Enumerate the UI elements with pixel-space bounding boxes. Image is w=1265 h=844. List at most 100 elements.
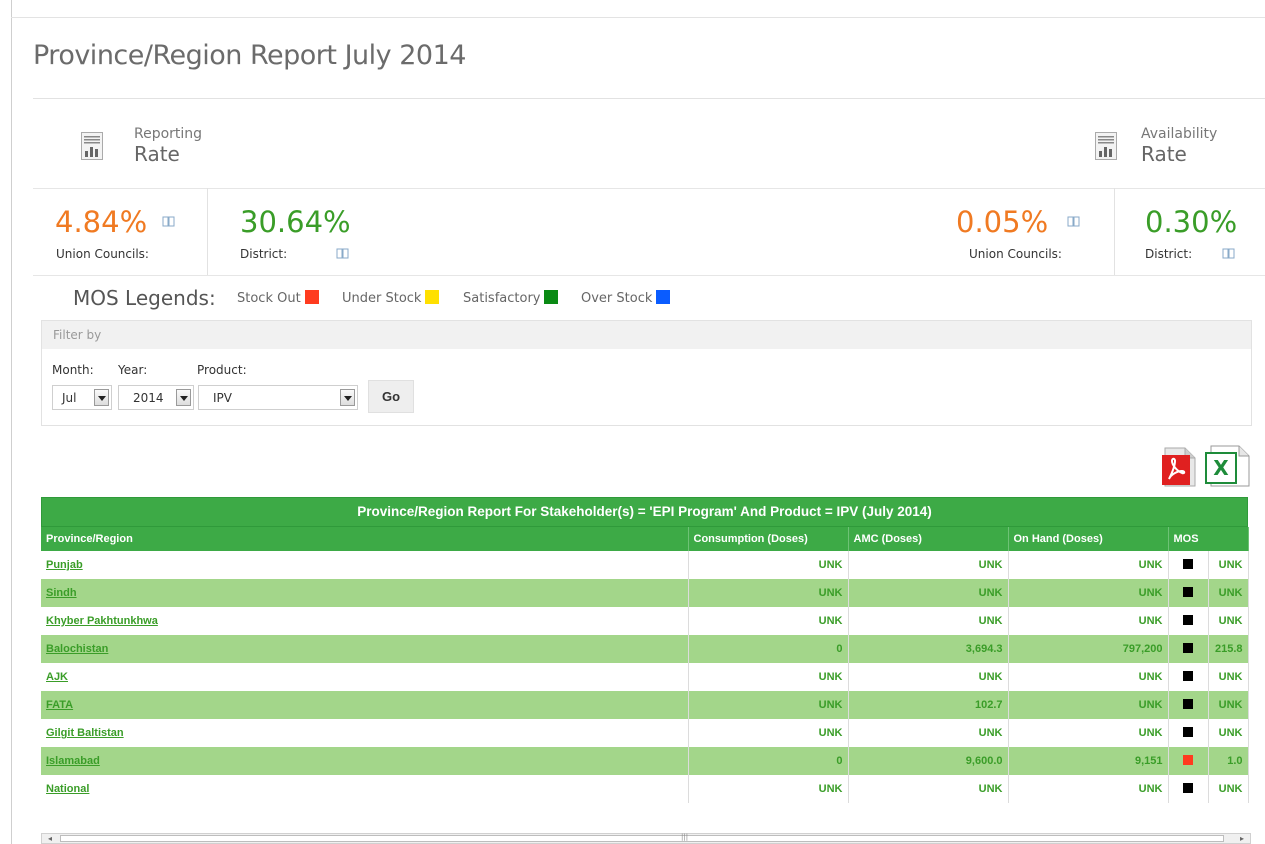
reporting-label-big: Rate — [134, 142, 180, 166]
consumption-cell: UNK — [688, 775, 849, 803]
reporting-chart-icon — [81, 132, 103, 160]
legend-stock-out: Stock Out — [237, 290, 319, 306]
mos-indicator-cell — [1168, 663, 1209, 691]
year-select[interactable]: 2014 — [118, 385, 194, 410]
metrics-divider — [207, 188, 208, 275]
chevron-down-icon[interactable] — [340, 389, 355, 406]
svg-text:X: X — [1213, 456, 1229, 480]
province-link[interactable]: Islamabad — [46, 755, 100, 767]
go-button[interactable]: Go — [368, 380, 414, 413]
table-row: Punjab UNK UNK UNK UNK — [41, 551, 1249, 579]
mos-cell: UNK — [1208, 607, 1249, 635]
table-row: Khyber Pakhtunkhwa UNK UNK UNK UNK — [41, 607, 1249, 635]
mos-cell: UNK — [1208, 719, 1249, 747]
mos-status-square — [1183, 558, 1193, 569]
chevron-down-icon[interactable] — [176, 389, 191, 406]
availability-district-book-icon[interactable] — [1222, 248, 1235, 259]
excel-export-icon[interactable]: X — [1205, 445, 1251, 487]
consumption-cell: UNK — [688, 607, 849, 635]
legend-swatch — [425, 290, 440, 304]
column-header[interactable]: MOS — [1168, 527, 1249, 551]
report-table: Province/Region Consumption (Doses) AMC … — [41, 527, 1249, 803]
mos-indicator-cell — [1168, 775, 1209, 803]
consumption-cell: UNK — [688, 691, 849, 719]
consumption-cell: UNK — [688, 719, 849, 747]
mos-legend-title: MOS Legends: — [73, 286, 216, 310]
amc-cell: UNK — [848, 775, 1009, 803]
month-select-value: Jul — [62, 391, 77, 405]
column-header[interactable]: Consumption (Doses) — [688, 527, 849, 551]
table-header-row: Province/Region Consumption (Doses) AMC … — [41, 527, 1249, 551]
product-select[interactable]: IPV — [198, 385, 358, 410]
amc-cell: 102.7 — [848, 691, 1009, 719]
consumption-cell: UNK — [688, 551, 849, 579]
on-hand-cell: UNK — [1008, 607, 1169, 635]
reporting-label-small: Reporting — [134, 126, 203, 142]
on-hand-cell: 797,200 — [1008, 635, 1169, 663]
reporting-uc-label: Union Councils: — [56, 247, 149, 261]
mos-status-square — [1183, 726, 1193, 737]
mos-indicator-cell — [1168, 719, 1209, 747]
province-link[interactable]: AJK — [46, 671, 68, 683]
province-link[interactable]: Punjab — [46, 559, 83, 571]
province-cell: Gilgit Baltistan — [41, 719, 689, 747]
title-divider — [33, 98, 1265, 99]
scroll-right-arrow-icon[interactable]: ▸ — [1234, 834, 1250, 843]
table-row: Islamabad 0 9,600.0 9,151 1.0 — [41, 747, 1249, 775]
province-cell: Khyber Pakhtunkhwa — [41, 607, 689, 635]
mos-cell: UNK — [1208, 663, 1249, 691]
amc-cell: UNK — [848, 719, 1009, 747]
availability-label-big: Rate — [1141, 142, 1187, 166]
province-link[interactable]: Sindh — [46, 587, 77, 599]
province-cell: FATA — [41, 691, 689, 719]
mos-status-square — [1183, 670, 1193, 681]
product-select-value: IPV — [213, 391, 232, 405]
table-row: National UNK UNK UNK UNK — [41, 775, 1249, 803]
scrollbar-thumb[interactable]: ||| — [60, 833, 1224, 842]
year-select-value: 2014 — [133, 391, 164, 405]
availability-district-label: District: — [1145, 247, 1193, 261]
column-header[interactable]: Province/Region — [41, 527, 689, 551]
province-link[interactable]: FATA — [46, 699, 73, 711]
province-cell: Punjab — [41, 551, 689, 579]
availability-uc-value: 0.05% — [956, 205, 1049, 239]
on-hand-cell: UNK — [1008, 551, 1169, 579]
pdf-export-icon[interactable] — [1161, 447, 1197, 487]
mos-status-square — [1183, 586, 1193, 597]
province-link[interactable]: Khyber Pakhtunkhwa — [46, 615, 158, 627]
legend-over-stock: Over Stock — [581, 290, 671, 306]
table-row: Balochistan 0 3,694.3 797,200 215.8 — [41, 635, 1249, 663]
mos-status-square — [1183, 754, 1193, 765]
availability-chart-icon — [1095, 132, 1117, 160]
amc-cell: 9,600.0 — [848, 747, 1009, 775]
province-cell: Islamabad — [41, 747, 689, 775]
mos-indicator-cell — [1168, 691, 1209, 719]
legend-satisfactory: Satisfactory — [463, 290, 559, 306]
on-hand-cell: UNK — [1008, 663, 1169, 691]
metrics-top-rule — [33, 188, 1265, 189]
province-cell: AJK — [41, 663, 689, 691]
table-row: FATA UNK 102.7 UNK UNK — [41, 691, 1249, 719]
province-link[interactable]: Balochistan — [46, 643, 108, 655]
legend-swatch — [304, 290, 319, 304]
province-link[interactable]: National — [46, 783, 89, 795]
on-hand-cell: UNK — [1008, 775, 1169, 803]
mos-status-square — [1183, 782, 1193, 793]
column-header[interactable]: On Hand (Doses) — [1008, 527, 1169, 551]
province-cell: Balochistan — [41, 635, 689, 663]
mos-cell: 1.0 — [1208, 747, 1249, 775]
availability-uc-book-icon[interactable] — [1067, 216, 1080, 227]
mos-indicator-cell — [1168, 747, 1209, 775]
scroll-left-arrow-icon[interactable]: ◂ — [42, 834, 58, 843]
month-select[interactable]: Jul — [52, 385, 112, 410]
horizontal-scrollbar[interactable]: ◂ ||| ▸ — [41, 833, 1251, 844]
consumption-cell: 0 — [688, 747, 849, 775]
province-link[interactable]: Gilgit Baltistan — [46, 727, 124, 739]
product-label: Product: — [197, 363, 247, 377]
reporting-uc-book-icon[interactable] — [162, 216, 175, 227]
amc-cell: UNK — [848, 663, 1009, 691]
column-header[interactable]: AMC (Doses) — [848, 527, 1009, 551]
table-row: Sindh UNK UNK UNK UNK — [41, 579, 1249, 607]
reporting-district-book-icon[interactable] — [336, 248, 349, 259]
chevron-down-icon[interactable] — [94, 389, 109, 406]
